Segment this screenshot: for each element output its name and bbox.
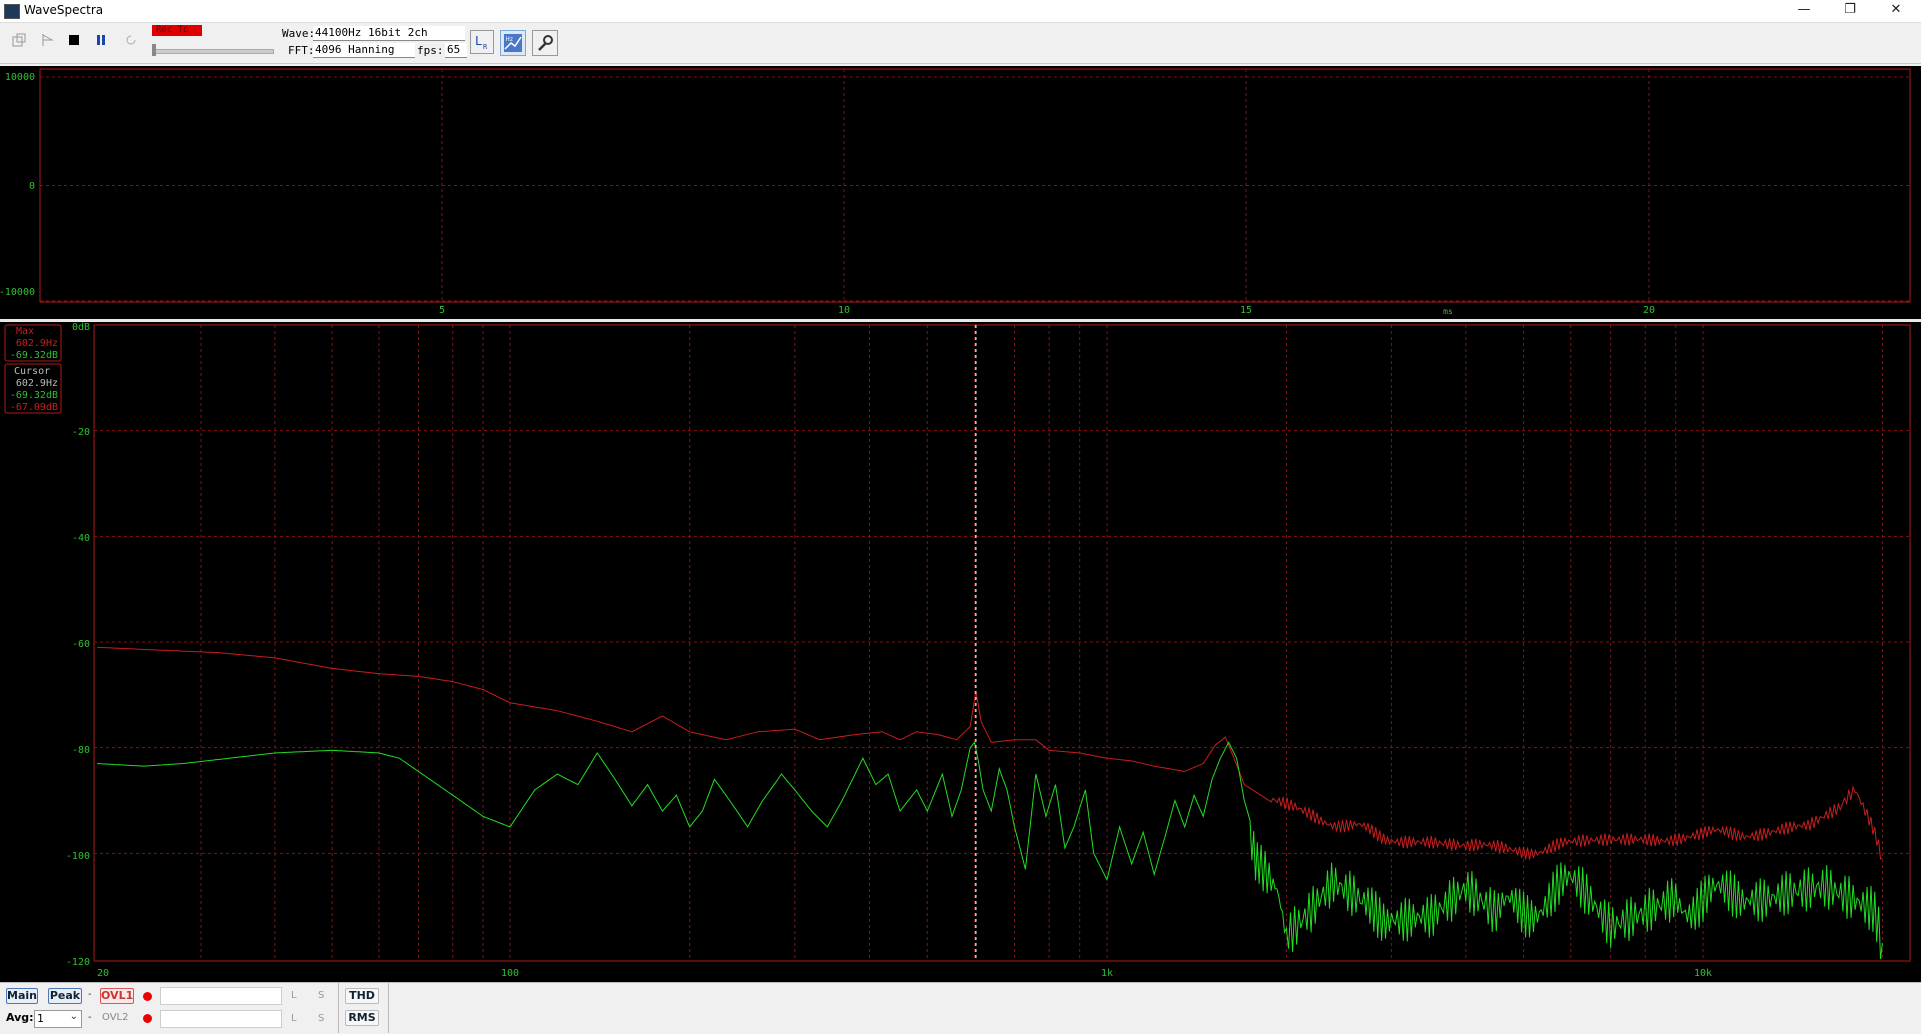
dash-separator: - <box>88 989 92 1000</box>
settings-wrench-icon[interactable] <box>532 30 558 56</box>
toolbar: Rec To Wave: 44100Hz 16bit 2ch FFT: 4096… <box>0 23 1921 64</box>
spectrum-frame <box>93 324 1911 962</box>
wave-x-label: 20 <box>1643 305 1655 316</box>
wave-format-field: 44100Hz 16bit 2ch <box>313 26 465 41</box>
bottom-controls: Main Peak - OVL1 L S THD Avg: 1 ⌄ - OVL2… <box>0 982 1921 1034</box>
rms-button[interactable]: RMS <box>345 1010 379 1026</box>
spectrum-x-label: 1k <box>1101 968 1113 979</box>
wave-x-label: 5 <box>439 305 445 316</box>
play-icon[interactable] <box>37 29 59 51</box>
ovl1-button[interactable]: OVL1 <box>100 988 134 1004</box>
fps-value: 65 <box>445 43 467 58</box>
cursor-frequency: 602.9Hz <box>16 378 58 389</box>
thd-button[interactable]: THD <box>345 988 379 1004</box>
spectrum-panel[interactable]: 0dB -20 -40 -60 -80 -100 -120 20 100 1k … <box>0 322 1921 982</box>
fps-label: fps: <box>417 44 444 57</box>
spectrum-y-label: -40 <box>72 533 90 544</box>
svg-text:Hz: Hz <box>506 36 514 43</box>
ovl1-s-label: S <box>318 990 325 1001</box>
fft-setting-field: 4096 Hanning <box>313 43 415 58</box>
waveform-plot[interactable]: 10000 0 -10000 5 10 15 ms 20 <box>0 66 1921 319</box>
pause-icon[interactable] <box>90 29 112 51</box>
wave-label: Wave: <box>282 27 316 40</box>
divider <box>388 983 389 1033</box>
wave-x-label: 15 <box>1240 305 1252 316</box>
spectrum-y-label: -60 <box>72 639 90 650</box>
wave-y-label: 0 <box>29 181 35 192</box>
peak-button[interactable]: Peak <box>48 988 82 1004</box>
spectrum-x-label: 10k <box>1694 968 1712 979</box>
window-title: WaveSpectra <box>24 3 104 17</box>
ovl2-l-label: L <box>291 1013 297 1024</box>
close-button[interactable]: ✕ <box>1873 0 1919 22</box>
chevron-down-icon: ⌄ <box>69 1011 78 1022</box>
volume-slider[interactable] <box>152 49 274 54</box>
ovl1-level-field <box>160 987 282 1005</box>
avg-select-value: 1 <box>37 1012 44 1025</box>
wave-x-unit: ms <box>1443 307 1453 316</box>
avg-label: Avg: <box>6 1011 34 1024</box>
cursor-level-left: -69.32dB <box>10 390 58 401</box>
wave-y-label: -10000 <box>0 287 35 298</box>
max-title: Max <box>16 326 34 337</box>
ovl2-label[interactable]: OVL2 <box>102 1012 128 1023</box>
spectrum-x-label: 20 <box>97 968 109 979</box>
spectrum-x-label: 100 <box>501 968 519 979</box>
cursor-title: Cursor <box>14 366 50 377</box>
max-frequency: 602.9Hz <box>16 338 58 349</box>
stop-icon[interactable] <box>63 29 85 51</box>
svg-text:R: R <box>483 43 488 51</box>
avg-select[interactable]: 1 ⌄ <box>34 1010 82 1028</box>
minimize-button[interactable]: — <box>1781 0 1827 22</box>
frequency-scale-icon[interactable]: Hz <box>500 30 526 56</box>
ovl1-l-label: L <box>291 990 297 1001</box>
ovl2-indicator-led <box>143 1014 152 1023</box>
waveform-frame <box>39 68 1911 303</box>
spectrum-y-label: -120 <box>66 957 90 968</box>
divider <box>338 983 339 1033</box>
cursor-level-right: -67.09dB <box>10 402 58 413</box>
reload-icon[interactable] <box>120 29 142 51</box>
dash-separator: - <box>88 1012 92 1023</box>
rec-to-indicator[interactable]: Rec To <box>152 25 202 36</box>
wave-x-label: 10 <box>838 305 850 316</box>
open-file-icon[interactable] <box>8 29 30 51</box>
title-bar: WaveSpectra — ❐ ✕ <box>0 0 1921 23</box>
spectrum-plot[interactable]: 0dB -20 -40 -60 -80 -100 -120 20 100 1k … <box>0 322 1921 982</box>
fft-label: FFT: <box>288 44 315 57</box>
spectrum-y-label: -100 <box>66 851 90 862</box>
ovl2-level-field <box>160 1010 282 1028</box>
volume-slider-thumb[interactable] <box>152 44 156 56</box>
ovl2-s-label: S <box>318 1013 325 1024</box>
max-level: -69.32dB <box>10 350 58 361</box>
channel-lr-icon[interactable]: LR <box>470 30 494 54</box>
app-icon <box>4 4 20 19</box>
ovl1-indicator-led <box>143 992 152 1001</box>
main-button[interactable]: Main <box>6 988 38 1004</box>
wave-y-label: 10000 <box>5 72 35 83</box>
right-channel-trace <box>96 646 1883 860</box>
spectrum-y-label: -20 <box>72 427 90 438</box>
left-channel-trace <box>96 741 1883 959</box>
svg-text:L: L <box>475 34 482 48</box>
maximize-button[interactable]: ❐ <box>1827 0 1873 22</box>
spectrum-y-label: 0dB <box>72 322 90 333</box>
waveform-panel[interactable]: 10000 0 -10000 5 10 15 ms 20 <box>0 66 1921 319</box>
spectrum-y-label: -80 <box>72 745 90 756</box>
